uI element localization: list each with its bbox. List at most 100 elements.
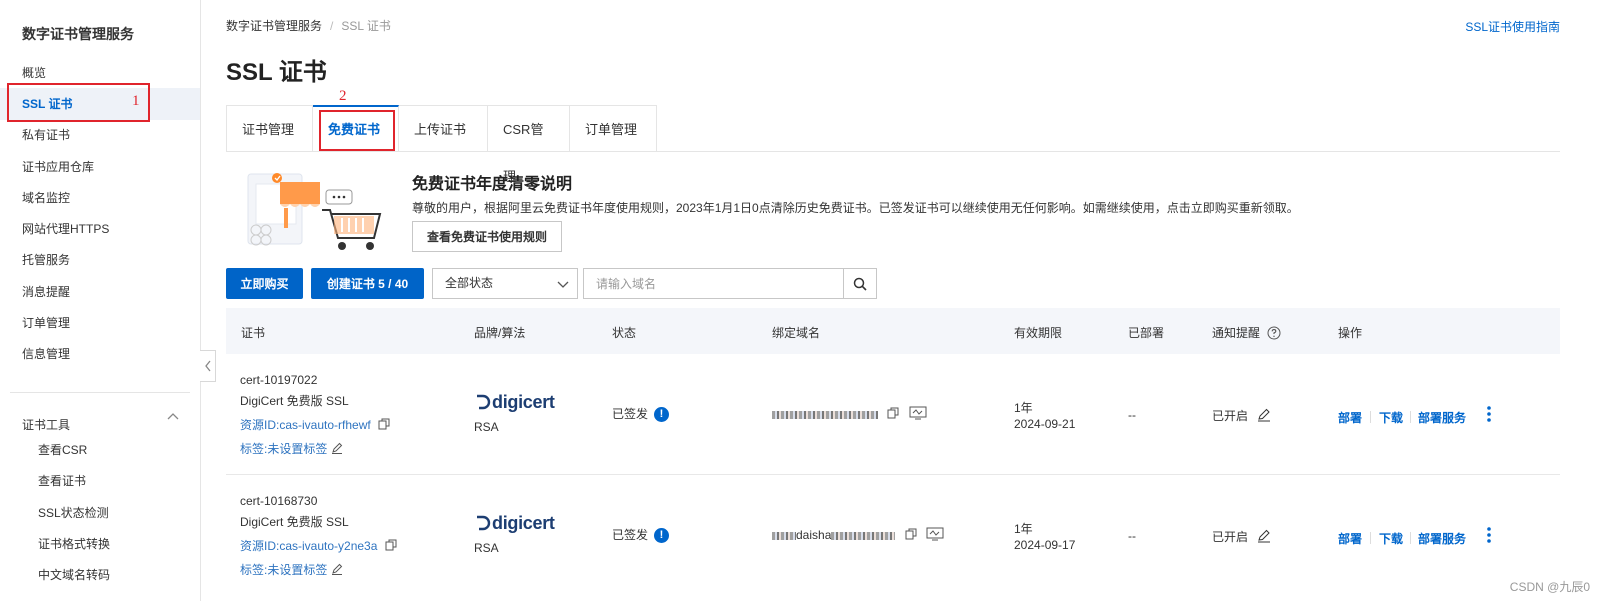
cert-tag[interactable]: 标签:未设置标签 <box>240 440 343 457</box>
chevron-down-icon <box>557 281 569 288</box>
info-icon[interactable]: ! <box>654 407 670 423</box>
cert-id: cert-10168730 <box>240 494 318 508</box>
chevron-left-icon <box>204 360 211 372</box>
tabs-underline <box>226 151 1560 152</box>
notify-status-text: 已开启 <box>1212 530 1249 544</box>
app-page: 数字证书管理服务 概览 SSL 证书 私有证书 证书应用仓库 域名监控 网站代理… <box>0 0 1604 601</box>
cert-deployed: -- <box>1128 408 1136 422</box>
cert-expire: 2024-09-17 <box>1014 538 1076 552</box>
tab-csr-management[interactable]: CSR管理 <box>488 105 570 184</box>
sidebar-tool-idn-convert[interactable]: 中文域名转码 <box>38 566 110 583</box>
create-cert-button[interactable]: 创建证书 5 / 40 <box>311 268 424 299</box>
more-icon[interactable] <box>1486 405 1492 423</box>
edit-icon[interactable] <box>1257 408 1271 422</box>
sidebar-divider <box>10 392 190 393</box>
bound-domain: daisha <box>772 527 944 542</box>
sidebar-item-orders[interactable]: 订单管理 <box>0 307 200 339</box>
sidebar-item-cert-repo[interactable]: 证书应用仓库 <box>0 151 200 183</box>
sidebar-item-info[interactable]: 信息管理 <box>0 338 200 370</box>
deploy-service-button[interactable]: 部署服务 <box>1418 409 1466 426</box>
redacted-domain <box>772 410 878 419</box>
search-icon <box>853 277 867 291</box>
sidebar-tool-view-csr[interactable]: 查看CSR <box>38 441 87 458</box>
header-notify-label: 通知提醒 <box>1212 326 1261 340</box>
sidebar-item-messages[interactable]: 消息提醒 <box>0 276 200 308</box>
header-status: 状态 <box>612 326 637 340</box>
sidebar-collapse-button[interactable] <box>200 350 216 382</box>
cert-period: 1年 <box>1014 522 1033 536</box>
download-button[interactable]: 下载 <box>1379 530 1403 547</box>
cert-period: 1年 <box>1014 401 1033 415</box>
monitor-icon[interactable] <box>926 527 944 541</box>
edit-icon[interactable] <box>331 563 343 575</box>
sidebar-tool-format-convert[interactable]: 证书格式转换 <box>38 535 110 552</box>
download-button[interactable]: 下载 <box>1379 409 1403 426</box>
breadcrumb: 数字证书管理服务 / SSL 证书 <box>226 17 391 34</box>
notify-status-text: 已开启 <box>1212 409 1249 423</box>
ssl-guide-link[interactable]: SSL证书使用指南 <box>1465 18 1560 35</box>
brand-logo: digicert <box>474 392 555 413</box>
domain-search-box <box>583 268 877 299</box>
tab-cert-management[interactable]: 证书管理 <box>226 105 313 152</box>
header-ops: 操作 <box>1338 326 1363 340</box>
help-icon[interactable] <box>1267 326 1281 340</box>
breadcrumb-root[interactable]: 数字证书管理服务 <box>226 19 322 33</box>
copy-icon[interactable] <box>887 407 899 419</box>
search-button[interactable] <box>843 269 876 298</box>
annotation-number-1: 1 <box>132 93 140 109</box>
sidebar-section-tools[interactable]: 证书工具 <box>22 416 70 433</box>
tab-order-management[interactable]: 订单管理 <box>570 105 657 152</box>
redacted-domain <box>831 531 896 540</box>
sidebar-item-domain-monitor[interactable]: 域名监控 <box>0 182 200 214</box>
sidebar-tool-ssl-check[interactable]: SSL状态检测 <box>38 504 109 521</box>
table-row: cert-10168730 DigiCert 免费版 SSL 资源ID:cas-… <box>226 475 1560 601</box>
breadcrumb-current: SSL 证书 <box>341 19 391 33</box>
monitor-icon[interactable] <box>909 406 927 420</box>
domain-search-input[interactable] <box>584 269 842 298</box>
bound-domain-visible: daisha <box>796 528 832 542</box>
sidebar-item-https-proxy[interactable]: 网站代理HTTPS <box>0 213 200 245</box>
sidebar-tool-view-cert[interactable]: 查看证书 <box>38 472 86 489</box>
buy-now-button[interactable]: 立即购买 <box>226 268 303 299</box>
edit-icon[interactable] <box>331 442 343 454</box>
more-icon[interactable] <box>1486 526 1492 544</box>
op-divider <box>1410 411 1411 423</box>
copy-icon[interactable] <box>378 418 390 430</box>
view-free-cert-rules-button[interactable]: 查看免费证书使用规则 <box>412 221 562 252</box>
banner-description: 尊敬的用户，根据阿里云免费证书年度使用规则，2023年1月1日0点清除历史免费证… <box>412 201 1299 215</box>
copy-icon[interactable] <box>905 528 917 540</box>
page-title: SSL 证书 <box>226 59 327 86</box>
cert-name: DigiCert 免费版 SSL <box>240 394 349 408</box>
chevron-up-icon[interactable] <box>166 410 180 424</box>
shopping-cart-illustration <box>247 173 382 250</box>
breadcrumb-separator: / <box>330 19 334 33</box>
cert-tag[interactable]: 标签:未设置标签 <box>240 561 343 578</box>
status-select[interactable]: 全部状态 <box>432 268 578 299</box>
op-divider <box>1370 411 1371 423</box>
cert-algo: RSA <box>474 541 499 555</box>
header-domain: 绑定域名 <box>772 326 821 340</box>
deploy-button[interactable]: 部署 <box>1338 409 1362 426</box>
header-brand: 品牌/算法 <box>474 326 526 340</box>
deploy-button[interactable]: 部署 <box>1338 530 1362 547</box>
cert-resource-id-text: 资源ID:cas-ivauto-y2ne3a <box>240 539 378 553</box>
annotation-box-2 <box>319 110 395 151</box>
brand-name: digicert <box>492 513 555 533</box>
cert-status: 已签发! <box>612 405 670 423</box>
deploy-service-button[interactable]: 部署服务 <box>1418 530 1466 547</box>
sidebar-item-private-cert[interactable]: 私有证书 <box>0 119 200 151</box>
brand-name: digicert <box>492 392 555 412</box>
brand-logo: digicert <box>474 513 555 534</box>
cert-algo: RSA <box>474 420 499 434</box>
cert-id: cert-10197022 <box>240 373 318 387</box>
sidebar-item-hosting[interactable]: 托管服务 <box>0 244 200 276</box>
watermark: CSDN @九辰0 <box>1509 580 1590 594</box>
copy-icon[interactable] <box>385 539 397 551</box>
info-icon[interactable]: ! <box>654 528 670 544</box>
cert-deployed: -- <box>1128 529 1136 543</box>
cert-name: DigiCert 免费版 SSL <box>240 515 349 529</box>
annotation-number-2: 2 <box>339 88 347 104</box>
tab-upload-cert[interactable]: 上传证书 <box>399 105 488 152</box>
cert-resource-id: 资源ID:cas-ivauto-y2ne3a <box>240 537 397 554</box>
edit-icon[interactable] <box>1257 529 1271 543</box>
